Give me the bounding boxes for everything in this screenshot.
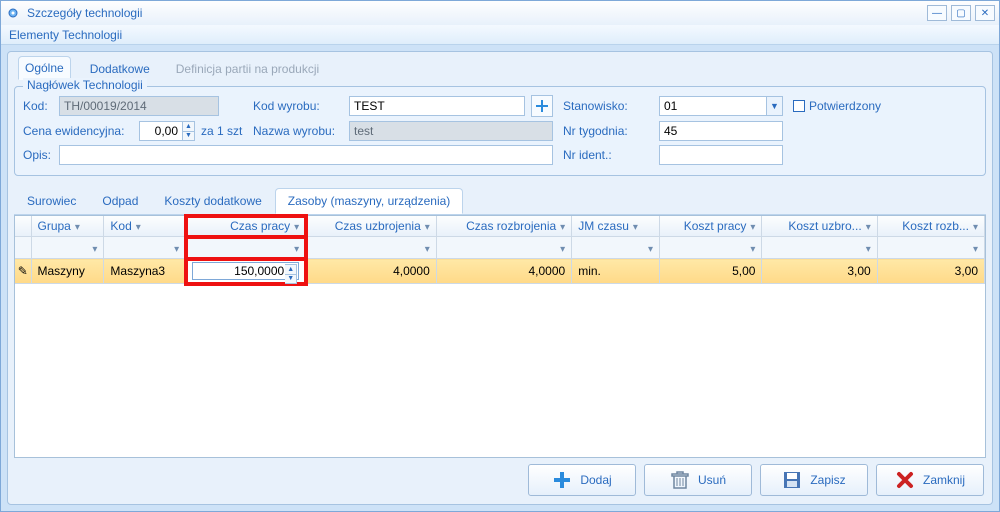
filter-icon[interactable]: ▾ [648, 244, 653, 255]
dodaj-button[interactable]: Dodaj [528, 464, 636, 496]
kod-wyrobu-field[interactable] [349, 96, 525, 116]
zamknij-button[interactable]: Zamknij [876, 464, 984, 496]
stanowisko-label: Stanowisko: [563, 99, 653, 113]
filter-icon[interactable]: ▾ [750, 222, 755, 233]
cell-koszt-pracy[interactable]: 5,00 [660, 259, 762, 284]
opis-field[interactable] [59, 145, 553, 165]
filter-icon[interactable]: ▾ [294, 244, 299, 255]
kod-field [59, 96, 219, 116]
cell-czas-uzbrojenia[interactable]: 4,0000 [306, 259, 437, 284]
filter-icon[interactable]: ▾ [560, 244, 565, 255]
czas-pracy-stepper[interactable]: ▲▼ [285, 264, 297, 284]
window-title: Szczegóły technologii [27, 6, 142, 20]
cell-grupa[interactable]: Maszyny [31, 259, 104, 284]
tab-additional[interactable]: Dodatkowe [83, 57, 157, 80]
col-koszt-uzbrojenia[interactable]: Koszt uzbro... [788, 219, 861, 233]
filter-icon[interactable]: ▾ [75, 222, 80, 233]
close-icon [895, 470, 915, 490]
nazwa-wyrobu-label: Nazwa wyrobu: [253, 124, 343, 138]
tab-batch-def: Definicja partii na produkcji [169, 57, 326, 80]
groupbox-legend: Nagłówek Technologii [23, 78, 147, 92]
tydzien-field[interactable] [659, 121, 783, 141]
footer-buttons: Dodaj Usuń Zapisz Zamknij [14, 458, 986, 498]
potwierdzony-checkbox[interactable]: Potwierdzony [793, 99, 881, 113]
gear-icon [5, 5, 21, 21]
filter-icon[interactable]: ▾ [92, 244, 97, 255]
menubar: Elementy Technologii [1, 25, 999, 45]
filter-icon[interactable]: ▾ [425, 222, 430, 233]
dropdown-arrow-icon[interactable]: ▼ [766, 97, 782, 115]
ident-field[interactable] [659, 145, 783, 165]
header-row: Grupa ▾ Kod ▾ Czas pracy ▾ Czas uzbrojenia ▾… [15, 216, 985, 237]
cell-koszt-rozbrojenia[interactable]: 3,00 [877, 259, 984, 284]
filter-icon[interactable]: ▾ [294, 222, 299, 233]
stanowisko-field[interactable] [659, 96, 783, 116]
tab-general[interactable]: Ogólne [18, 56, 71, 80]
edit-indicator-icon: ✎ [15, 259, 31, 284]
tab-koszty-dodatkowe[interactable]: Koszty dodatkowe [151, 188, 274, 214]
main-tabs: Ogólne Dodatkowe Definicja partii na pro… [14, 56, 986, 86]
kod-wyrobu-label: Kod wyrobu: [253, 99, 343, 113]
tab-odpad[interactable]: Odpad [89, 188, 151, 214]
data-grid: Grupa ▾ Kod ▾ Czas pracy ▾ Czas uzbrojenia ▾… [14, 215, 986, 458]
tab-zasoby[interactable]: Zasoby (maszyny, urządzenia) [275, 188, 464, 214]
cena-field[interactable] [139, 121, 183, 141]
menu-item-elements[interactable]: Elementy Technologii [9, 28, 122, 42]
filter-icon[interactable]: ▾ [973, 244, 978, 255]
opis-label: Opis: [23, 148, 53, 162]
cena-stepper[interactable]: ▲▼ [183, 121, 195, 141]
app-window: Szczegóły technologii — ▢ ✕ Elementy Tec… [0, 0, 1000, 512]
filter-icon[interactable]: ▾ [174, 244, 179, 255]
filter-icon[interactable]: ▾ [425, 244, 430, 255]
col-koszt-pracy[interactable]: Koszt pracy [684, 219, 747, 233]
czas-pracy-input[interactable] [192, 262, 299, 280]
filter-row: ▾ ▾ ▾ ▾ ▾ ▾ ▾ ▾ ▾ [15, 237, 985, 259]
close-button[interactable]: ✕ [975, 5, 995, 21]
kod-label: Kod: [23, 99, 53, 113]
col-grupa[interactable]: Grupa [38, 219, 71, 233]
tydzien-label: Nr tygodnia: [563, 124, 653, 138]
cena-unit: za 1 szt [201, 124, 242, 138]
filter-icon[interactable]: ▾ [560, 222, 565, 233]
tab-surowiec[interactable]: Surowiec [14, 188, 89, 214]
table-row[interactable]: ✎ Maszyny Maszyna3 ▲▼ 4,0000 4,0000 [15, 259, 985, 284]
titlebar: Szczegóły technologii — ▢ ✕ [1, 1, 999, 25]
col-czas-pracy[interactable]: Czas pracy [230, 219, 290, 233]
col-kod[interactable]: Kod [110, 219, 131, 233]
minimize-button[interactable]: — [927, 5, 947, 21]
filter-icon[interactable]: ▾ [973, 222, 978, 233]
trash-icon [670, 470, 690, 490]
zapisz-button[interactable]: Zapisz [760, 464, 868, 496]
col-czas-rozbrojenia[interactable]: Czas rozbrojenia [466, 219, 556, 233]
filter-icon[interactable]: ▾ [136, 222, 141, 233]
maximize-button[interactable]: ▢ [951, 5, 971, 21]
header-groupbox: Nagłówek Technologii Kod: Kod wyrobu: [14, 86, 986, 176]
filter-icon[interactable]: ▾ [866, 222, 871, 233]
cena-label: Cena ewidencyjna: [23, 124, 133, 138]
plus-icon [534, 98, 550, 114]
filter-icon[interactable]: ▾ [633, 222, 638, 233]
potwierdzony-label: Potwierdzony [809, 99, 881, 113]
filter-icon[interactable]: ▾ [866, 244, 871, 255]
cell-jm-czasu[interactable]: min. [572, 259, 660, 284]
filter-icon[interactable]: ▾ [750, 244, 755, 255]
col-koszt-rozbrojenia[interactable]: Koszt rozb... [902, 219, 969, 233]
sub-tabs: Surowiec Odpad Koszty dodatkowe Zasoby (… [14, 188, 986, 215]
col-czas-uzbrojenia[interactable]: Czas uzbrojenia [335, 219, 421, 233]
cell-czas-rozbrojenia[interactable]: 4,0000 [436, 259, 571, 284]
col-jm-czasu[interactable]: JM czasu [578, 219, 629, 233]
plus-icon [552, 470, 572, 490]
nazwa-wyrobu-field [349, 121, 553, 141]
add-product-button[interactable] [531, 95, 553, 117]
cell-czas-pracy[interactable]: ▲▼ [186, 259, 306, 284]
cell-kod[interactable]: Maszyna3 [104, 259, 186, 284]
save-icon [782, 470, 802, 490]
usun-button[interactable]: Usuń [644, 464, 752, 496]
cell-koszt-uzbrojenia[interactable]: 3,00 [762, 259, 877, 284]
ident-label: Nr ident.: [563, 148, 653, 162]
